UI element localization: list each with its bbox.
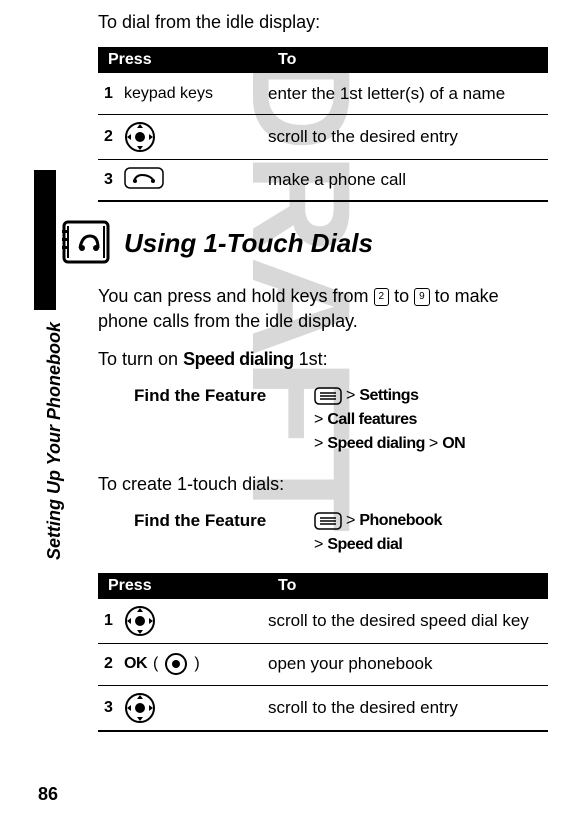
press-text: keypad keys <box>124 85 213 103</box>
find-feature-2: Find the Feature > Phonebook > Speed dia… <box>134 509 548 557</box>
to-cell: open your phonebook <box>268 653 548 675</box>
feature-path-1: > Settings > Call features > Speed diali… <box>314 384 548 456</box>
to-cell: enter the 1st letter(s) of a name <box>268 83 548 105</box>
to-cell: scroll to the desired speed dial key <box>268 610 548 632</box>
turn-on-post: 1st: <box>294 349 328 369</box>
turn-on-pre: To turn on <box>98 349 183 369</box>
press-cell <box>124 605 268 637</box>
paren-close: ) <box>194 655 199 673</box>
dial-table-1: Press To 1 keypad keys enter the 1st let… <box>98 47 548 202</box>
p1-mid: to <box>389 286 414 306</box>
gt: > <box>346 509 355 533</box>
call-key-icon <box>124 167 164 193</box>
row-number: 1 <box>98 85 124 103</box>
table-row: 3 scroll to the desired entry <box>98 686 548 732</box>
page-number: 86 <box>38 784 58 805</box>
intro-text: To dial from the idle display: <box>98 10 548 35</box>
key-2-icon: 2 <box>374 288 390 306</box>
row-number: 2 <box>98 128 124 146</box>
th-to: To <box>278 51 538 69</box>
to-cell: scroll to the desired entry <box>268 697 548 719</box>
menu-key-icon <box>314 387 342 405</box>
path-on: ON <box>442 432 465 456</box>
nav-key-icon <box>124 692 156 724</box>
row-number: 1 <box>98 612 124 630</box>
section-heading-row: Using 1-Touch Dials <box>60 216 548 270</box>
side-tab-block <box>34 170 56 310</box>
table-row: 3 make a phone call <box>98 160 548 202</box>
th-press: Press <box>108 577 278 595</box>
find-feature-label: Find the Feature <box>134 384 314 456</box>
row-number: 2 <box>98 655 124 673</box>
press-cell <box>124 121 268 153</box>
paragraph-1: You can press and hold keys from 2 to 9 … <box>98 284 548 334</box>
press-cell: keypad keys <box>124 85 268 103</box>
create-text: To create 1-touch dials: <box>98 472 548 497</box>
to-cell: make a phone call <box>268 169 548 191</box>
press-cell: OK ( ) <box>124 652 268 676</box>
turn-on-bold: Speed dialing <box>183 349 294 369</box>
gt: > <box>314 533 323 557</box>
path-phonebook: Phonebook <box>359 509 442 533</box>
side-label: Setting Up Your Phonebook <box>44 322 65 560</box>
path-call-features: Call features <box>327 408 417 432</box>
find-feature-1: Find the Feature > Settings > Call featu… <box>134 384 548 456</box>
key-9-icon: 9 <box>414 288 430 306</box>
press-cell <box>124 692 268 724</box>
nav-key-icon <box>124 605 156 637</box>
turn-on-text: To turn on Speed dialing 1st: <box>98 347 548 372</box>
find-feature-label: Find the Feature <box>134 509 314 557</box>
phonebook-icon <box>60 216 114 270</box>
gt: > <box>314 432 323 456</box>
gt: > <box>346 384 355 408</box>
to-cell: scroll to the desired entry <box>268 126 548 148</box>
gt: > <box>429 432 438 456</box>
p1-pre: You can press and hold keys from <box>98 286 374 306</box>
path-settings: Settings <box>359 384 418 408</box>
path-speed-dialing: Speed dialing <box>327 432 425 456</box>
center-key-icon <box>164 652 188 676</box>
table1-header: Press To <box>98 47 548 73</box>
section-heading: Using 1-Touch Dials <box>124 228 373 259</box>
feature-path-2: > Phonebook > Speed dial <box>314 509 548 557</box>
row-number: 3 <box>98 699 124 717</box>
paren-open: ( <box>153 655 158 673</box>
table2-header: Press To <box>98 573 548 599</box>
table-row: 2 scroll to the desired entry <box>98 115 548 160</box>
th-press: Press <box>108 51 278 69</box>
nav-key-icon <box>124 121 156 153</box>
row-number: 3 <box>98 171 124 189</box>
ok-text: OK <box>124 655 147 673</box>
page-container: Setting Up Your Phonebook To dial from t… <box>0 0 582 831</box>
dial-table-2: Press To 1 scroll to the desired speed d… <box>98 573 548 732</box>
path-speed-dial: Speed dial <box>327 533 402 557</box>
menu-key-icon <box>314 512 342 530</box>
table-row: 1 keypad keys enter the 1st letter(s) of… <box>98 73 548 115</box>
th-to: To <box>278 577 538 595</box>
table-row: 2 OK ( ) open your phonebook <box>98 644 548 686</box>
gt: > <box>314 408 323 432</box>
table-row: 1 scroll to the desired speed dial key <box>98 599 548 644</box>
press-cell <box>124 167 268 193</box>
